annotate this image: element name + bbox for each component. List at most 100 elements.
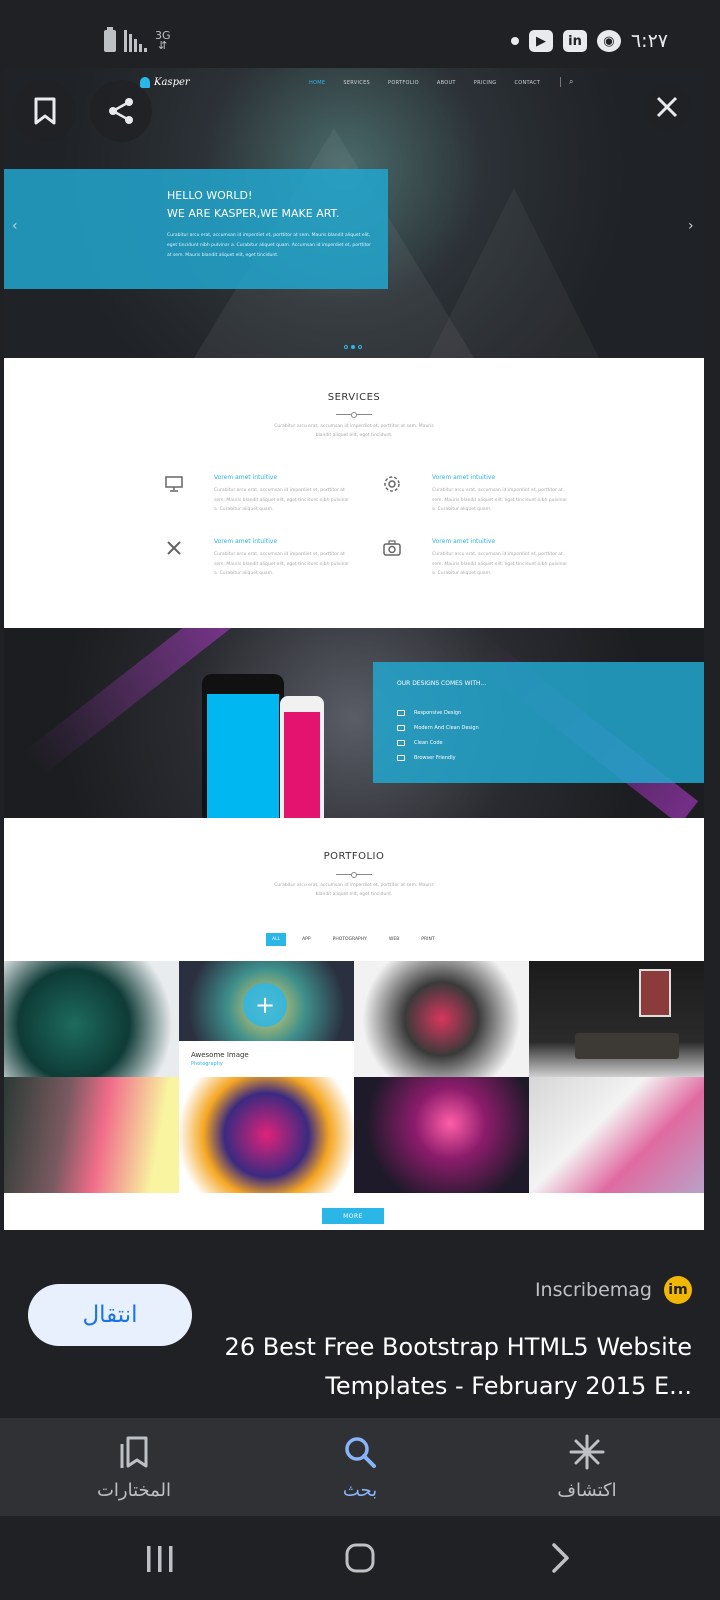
portfolio-filters: ALL APP PHOTOGRAPHY WEB PRINT [266, 933, 441, 946]
camera-icon [383, 540, 401, 556]
tile-caption: Awesome Image Photography [179, 1041, 354, 1077]
designs-item: Browser Friendly [397, 755, 456, 761]
back-icon[interactable] [548, 1542, 572, 1574]
system-nav-bar [0, 1516, 720, 1600]
share-button[interactable] [90, 80, 152, 142]
service-text: Curabitur arcu erat, accumsan id imperdi… [214, 552, 350, 576]
portfolio-tile-abstract: + Awesome Image Photography [179, 961, 354, 1077]
battery-icon [104, 27, 116, 52]
check-box-icon [397, 725, 405, 731]
website-menu-item: CONTACT [514, 80, 541, 86]
service-text: Curabitur arcu erat, accumsan id imperdi… [432, 552, 568, 576]
hero-decor-triangle [424, 188, 604, 358]
bookmark-icon [34, 97, 56, 125]
service-title: Vorem amet intuitive [214, 538, 278, 545]
portfolio-filter: PHOTOGRAPHY [332, 937, 367, 942]
source-logo-icon: im [664, 1276, 692, 1304]
service-title: Vorem amet intuitive [432, 538, 496, 545]
designs-panel: OUR DESIGNS COMES WITH... Responsive Des… [373, 662, 704, 783]
section-divider [336, 872, 372, 878]
portfolio-tile-ink [354, 961, 529, 1077]
portfolio-filter: APP [302, 937, 311, 942]
close-button[interactable] [644, 84, 690, 130]
portfolio-tile-interior [529, 961, 704, 1077]
image-preview[interactable]: Kasper HOME SERVICES PORTFOLIO ABOUT PRI… [4, 68, 704, 1230]
slider-next-icon: › [688, 218, 694, 234]
screen: 3G ⇵ ▶ in ◉ ٦:٢٧ Kasper HOME SERVICES PO… [0, 0, 720, 1600]
portfolio-filter: PRINT [421, 937, 435, 942]
slider-prev-icon: ‹ [12, 218, 18, 234]
close-icon [656, 96, 678, 118]
nav-search-label: بحث [342, 1480, 378, 1501]
website-menu-item: PRICING [473, 80, 497, 86]
portfolio-grid: + Awesome Image Photography [4, 961, 704, 1193]
network-indicator: 3G ⇵ [155, 30, 171, 51]
hero-paragraph: Curabitur arcu erat, accumsan id imperdi… [167, 233, 372, 258]
designs-item-label: Responsive Design [414, 710, 462, 716]
save-button[interactable] [14, 80, 76, 142]
website-menu-item: PORTFOLIO [388, 80, 419, 86]
hero-banner: HELLO WORLD! WE ARE KASPER,WE MAKE ART. … [4, 169, 388, 289]
designs-item-label: Browser Friendly [414, 755, 456, 761]
website-menu: HOME SERVICES PORTFOLIO ABOUT PRICING CO… [309, 80, 540, 86]
status-bar: 3G ⇵ ▶ in ◉ ٦:٢٧ [0, 0, 720, 68]
nav-discover[interactable]: اكتشاف [497, 1432, 677, 1501]
tools-icon [167, 541, 181, 555]
home-icon[interactable] [344, 1542, 376, 1574]
source-name: Inscribemag [534, 1279, 652, 1301]
share-icon [109, 98, 133, 124]
designs-item-label: Modern And Clean Design [414, 725, 479, 731]
status-right: ▶ in ◉ ٦:٢٧ [510, 30, 668, 52]
chrome-icon: ◉ [596, 30, 621, 52]
portfolio-tile-crystals [4, 961, 179, 1077]
check-box-icon [397, 740, 405, 746]
framed-art [639, 969, 671, 1017]
website-menu-item: HOME [309, 80, 326, 86]
portfolio-filter: ALL [266, 933, 287, 946]
nav-collections-label: المختارات [96, 1480, 172, 1501]
check-box-icon [397, 710, 405, 716]
asterisk-icon [569, 1434, 605, 1470]
service-text: Curabitur arcu erat, accumsan id imperdi… [214, 488, 350, 512]
phone-mockup-light [280, 696, 324, 818]
status-left: 3G ⇵ [104, 27, 171, 52]
result-title[interactable]: 26 Best Free Bootstrap HTML5 Website Tem… [172, 1328, 692, 1406]
gear-icon [384, 476, 400, 492]
nav-discover-label: اكتشاف [557, 1480, 617, 1501]
service-title: Vorem amet intuitive [214, 474, 278, 481]
designs-item: Responsive Design [397, 710, 461, 716]
portfolio-tile-book [529, 1077, 704, 1193]
portfolio-tile-watercolor [4, 1077, 179, 1193]
source[interactable]: Inscribemag im [535, 1276, 692, 1304]
check-box-icon [397, 755, 405, 761]
portfolio-title: PORTFOLIO [323, 851, 385, 862]
portfolio-tile-spheres [354, 1077, 529, 1193]
nav-search[interactable]: بحث [270, 1432, 450, 1501]
monitor-icon [165, 476, 183, 492]
website-logo: Kasper [140, 77, 190, 88]
visit-button[interactable]: انتقال [28, 1284, 192, 1346]
linkedin-icon: in [562, 30, 587, 52]
signal-icon [124, 30, 147, 52]
sofa [575, 1033, 679, 1059]
hero-heading-2: WE ARE KASPER,WE MAKE ART. [167, 207, 340, 220]
caption-subtitle: Photography [191, 1061, 223, 1067]
recents-icon[interactable] [144, 1544, 176, 1574]
clock: ٦:٢٧ [630, 30, 668, 52]
search-icon [345, 1437, 376, 1468]
website-logo-text: Kasper [154, 77, 190, 88]
collections-icon [120, 1436, 148, 1468]
slider-dots [344, 345, 362, 349]
service-text: Curabitur arcu erat, accumsan id imperdi… [432, 488, 568, 512]
youtube-icon: ▶ [528, 30, 553, 52]
notification-dot-icon [510, 37, 519, 45]
caption-title: Awesome Image [191, 1051, 249, 1059]
phone-mockup-dark [202, 674, 284, 818]
services-subtitle: Curabitur arcu erat, accumsan id imperdi… [274, 424, 434, 438]
designs-title: OUR DESIGNS COMES WITH... [397, 680, 487, 687]
website-search-icon: ⌕ [560, 77, 573, 87]
service-title: Vorem amet intuitive [432, 474, 496, 481]
website-menu-item: ABOUT [436, 80, 456, 86]
nav-collections[interactable]: المختارات [44, 1432, 224, 1501]
section-divider [336, 412, 372, 418]
